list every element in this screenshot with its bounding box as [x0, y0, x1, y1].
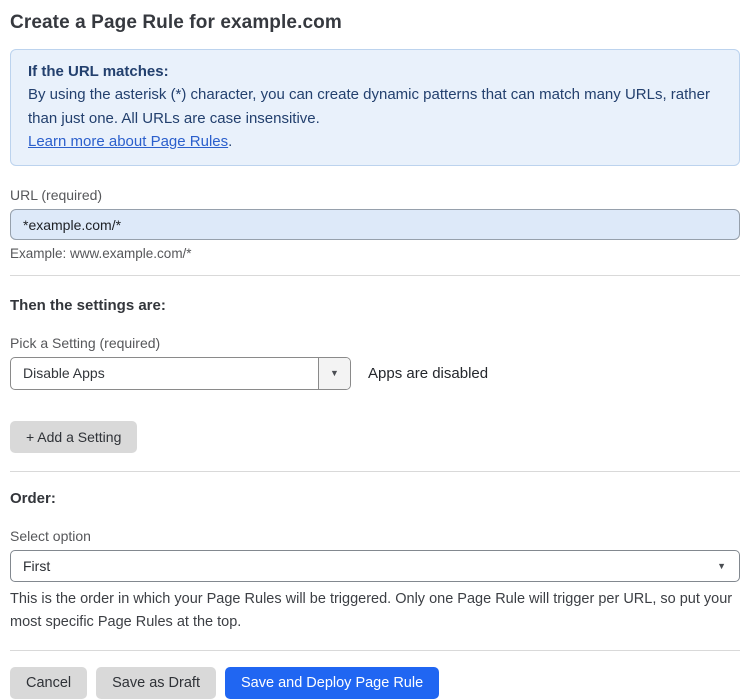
order-select-label: Select option	[10, 528, 91, 544]
divider	[10, 275, 740, 276]
footer-actions: Cancel Save as Draft Save and Deploy Pag…	[10, 667, 740, 699]
chevron-down-icon: ▼	[330, 368, 339, 378]
page-title: Create a Page Rule for example.com	[10, 12, 342, 33]
url-match-info-box: If the URL matches: By using the asteris…	[10, 49, 740, 166]
setting-select[interactable]: Disable Apps ▼	[10, 357, 351, 390]
url-field-label: URL (required)	[10, 187, 103, 203]
setting-select-dropdown-button[interactable]: ▼	[318, 358, 350, 389]
order-select-caret-wrap: ▼	[717, 560, 739, 571]
url-input[interactable]	[10, 209, 740, 240]
info-box-heading: If the URL matches:	[28, 63, 169, 80]
save-as-draft-button[interactable]: Save as Draft	[96, 667, 216, 699]
page-rule-form: Create a Page Rule for example.com If th…	[0, 0, 750, 699]
setting-status-text: Apps are disabled	[368, 365, 489, 382]
settings-section-heading: Then the settings are:	[10, 297, 166, 314]
cancel-button[interactable]: Cancel	[10, 667, 88, 699]
setting-select-value: Disable Apps	[23, 365, 105, 381]
learn-more-link[interactable]: Learn more about Page Rules	[28, 133, 228, 150]
url-field-hint: Example: www.example.com/*	[10, 246, 192, 261]
divider	[10, 650, 740, 652]
setting-picker-label: Pick a Setting (required)	[10, 335, 161, 351]
info-box-body: By using the asterisk (*) character, you…	[28, 86, 710, 127]
chevron-down-icon: ▼	[717, 560, 726, 571]
add-setting-button[interactable]: + Add a Setting	[10, 421, 138, 453]
divider	[10, 471, 740, 472]
setting-row: Disable Apps ▼ Apps are disabled	[10, 357, 740, 390]
order-select-value: First	[23, 558, 51, 574]
save-and-deploy-button[interactable]: Save and Deploy Page Rule	[224, 667, 440, 699]
order-section-heading: Order:	[10, 490, 56, 507]
link-suffix: .	[228, 132, 233, 150]
order-select[interactable]: First ▼	[10, 550, 740, 582]
order-help-text: This is the order in which your Page Rul…	[10, 591, 733, 631]
info-box-link-line: Learn more about Page Rules.	[28, 130, 722, 153]
